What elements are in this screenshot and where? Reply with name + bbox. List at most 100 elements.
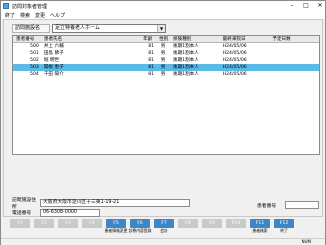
- cell-age: 81: [148, 72, 155, 77]
- cell-insurance: 後期1割本人: [172, 51, 199, 56]
- f8-key: F8: [178, 219, 198, 228]
- table-row-selected[interactable]: 503 関根 恵子 81 男 後期1割本人 H24/05/06: [13, 64, 319, 71]
- facility-select[interactable]: 足立特養老人ホーム ▼: [52, 24, 166, 33]
- cell-sex: 男: [160, 58, 166, 63]
- patient-no-label: 患者番号: [257, 203, 277, 209]
- minimize-icon[interactable]: –: [288, 2, 296, 9]
- f12-label: 終了: [280, 228, 288, 233]
- window-title: 訪問対象者管理: [12, 3, 48, 10]
- cell-patient-no: 502: [30, 58, 39, 63]
- cell-patient-no: 504: [30, 72, 39, 77]
- patient-no-row: 患者番号: [257, 201, 319, 209]
- cell-last-visit: H24/05/06: [222, 72, 247, 77]
- cell-patient-name: 千田 陽介: [43, 72, 64, 77]
- cell-patient-name: 田島 節子: [43, 51, 64, 56]
- f6-label: 診療内容登録: [128, 228, 152, 233]
- f8-button[interactable]: F8: [177, 219, 199, 238]
- cell-sex: 男: [160, 72, 166, 77]
- cell-patient-name: 堀 明世: [43, 58, 60, 63]
- patient-search-button[interactable]: F11 患者検索: [249, 219, 271, 238]
- maximize-icon[interactable]: □: [302, 2, 310, 9]
- cell-age: 81: [148, 65, 155, 70]
- cell-last-visit: H24/05/06: [222, 51, 247, 56]
- f4-key: F4: [82, 219, 102, 228]
- window-controls: – □ ✕: [288, 2, 324, 9]
- f2-key: F2: [34, 219, 54, 228]
- col-insurance[interactable]: 保険種別: [170, 36, 220, 42]
- address-field: 大阪府大阪市淀川区十三東1-19-21: [40, 198, 190, 207]
- f10-key: F10: [226, 219, 246, 228]
- patient-info-change-button[interactable]: F5 患者情報変更: [105, 219, 127, 238]
- f12-key: F12: [274, 219, 294, 228]
- cell-patient-name: 関根 恵子: [43, 65, 64, 70]
- facility-label: 訪問施設名: [12, 24, 50, 33]
- table-header: 患者番号 患者氏名 年齢 性別 保険種別 最終来院日 予定日数: [13, 36, 319, 43]
- f1-button[interactable]: F1: [9, 219, 31, 238]
- f3-key: F3: [58, 219, 78, 228]
- exit-button[interactable]: F12 終了: [273, 219, 295, 238]
- patient-no-input[interactable]: [285, 201, 319, 209]
- menu-item-help[interactable]: ヘルプ: [50, 12, 65, 19]
- menu-item-exit[interactable]: 終了: [5, 12, 15, 19]
- f2-button[interactable]: F2: [33, 219, 55, 238]
- cell-insurance: 後期1割本人: [172, 65, 199, 70]
- f5-label: 患者情報変更: [104, 228, 128, 233]
- f9-key: F9: [202, 219, 222, 228]
- cell-scheduled-days: [269, 71, 319, 78]
- address-label: 訪問施設住所: [12, 197, 36, 210]
- cell-insurance: 後期1割本人: [172, 58, 199, 63]
- phone-field: 06-6308-0000: [40, 208, 100, 217]
- col-patient-no[interactable]: 患者番号: [13, 36, 41, 42]
- treatment-register-button[interactable]: F6 診療内容登録: [129, 219, 151, 238]
- col-last-visit[interactable]: 最終来院日: [220, 36, 270, 42]
- num-lock-indicator: NUM: [301, 239, 311, 244]
- menu-item-edit[interactable]: 変更: [35, 12, 45, 19]
- table-row[interactable]: 501 田島 節子 81 男 後期1割本人 H24/05/06: [13, 50, 319, 57]
- chevron-down-icon[interactable]: ▼: [157, 25, 165, 32]
- menu-item-search[interactable]: 検索: [20, 12, 30, 19]
- app-window: 訪問対象者管理 – □ ✕ 終了 検索 変更 ヘルプ 訪問施設名 足立特養老人ホ…: [0, 0, 326, 245]
- main-panel: 訪問施設名 足立特養老人ホーム ▼ 患者番号 患者氏名 年齢 性別 保険種別 最…: [3, 19, 323, 217]
- cell-age: 81: [148, 44, 155, 49]
- cell-insurance: 後期1割本人: [172, 72, 199, 77]
- col-scheduled-days[interactable]: 予定日数: [269, 36, 319, 42]
- cell-age: 81: [148, 51, 155, 56]
- cell-last-visit: H24/05/06: [222, 65, 247, 70]
- f10-button[interactable]: F10: [225, 219, 247, 238]
- col-age[interactable]: 年齢: [140, 36, 156, 42]
- f3-button[interactable]: F3: [57, 219, 79, 238]
- phone-label: 電話番号: [12, 211, 32, 216]
- facility-row: 訪問施設名 足立特養老人ホーム ▼: [12, 24, 166, 33]
- app-icon: [3, 3, 9, 9]
- menu-bar: 終了 検索 変更 ヘルプ: [1, 11, 325, 19]
- table-row[interactable]: 500 井上 六輔 81 男 後期1割本人 H24/05/06: [13, 43, 319, 50]
- f11-key: F11: [250, 219, 270, 228]
- cell-age: 81: [148, 58, 155, 63]
- cell-insurance: 後期1割本人: [172, 44, 199, 49]
- close-icon[interactable]: ✕: [316, 2, 324, 9]
- cell-scheduled-days: [269, 50, 319, 57]
- status-bar: NUM: [1, 238, 325, 245]
- col-patient-name[interactable]: 患者氏名: [41, 36, 140, 42]
- f4-button[interactable]: F4: [81, 219, 103, 238]
- f11-label: 患者検索: [252, 228, 268, 233]
- accounting-button[interactable]: F7 会計: [153, 219, 175, 238]
- cell-scheduled-days: [269, 43, 319, 50]
- table-row[interactable]: 502 堀 明世 81 男 後期1割本人 H24/05/06: [13, 57, 319, 64]
- title-bar: 訪問対象者管理 – □ ✕: [1, 1, 325, 11]
- cell-sex: 男: [160, 51, 166, 56]
- cell-scheduled-days: [269, 64, 319, 71]
- function-key-bar: F1 F2 F3 F4 F5 患者情報変更 F6 診療内容登録 F7 会計 F8 F9…: [3, 219, 323, 238]
- cell-sex: 男: [160, 44, 166, 49]
- phone-row: 電話番号 06-6308-0000: [12, 208, 190, 217]
- cell-patient-no: 500: [30, 44, 39, 49]
- cell-sex: 男: [160, 65, 166, 70]
- f5-key: F5: [106, 219, 126, 228]
- cell-scheduled-days: [269, 57, 319, 64]
- cell-last-visit: H24/05/06: [222, 44, 247, 49]
- f9-button[interactable]: F9: [201, 219, 223, 238]
- patient-table: 患者番号 患者氏名 年齢 性別 保険種別 最終来院日 予定日数 500 井上 六…: [12, 35, 320, 155]
- table-row[interactable]: 504 千田 陽介 81 男 後期1割本人 H24/05/06: [13, 71, 319, 78]
- col-sex[interactable]: 性別: [156, 36, 170, 42]
- f6-key: F6: [130, 219, 150, 228]
